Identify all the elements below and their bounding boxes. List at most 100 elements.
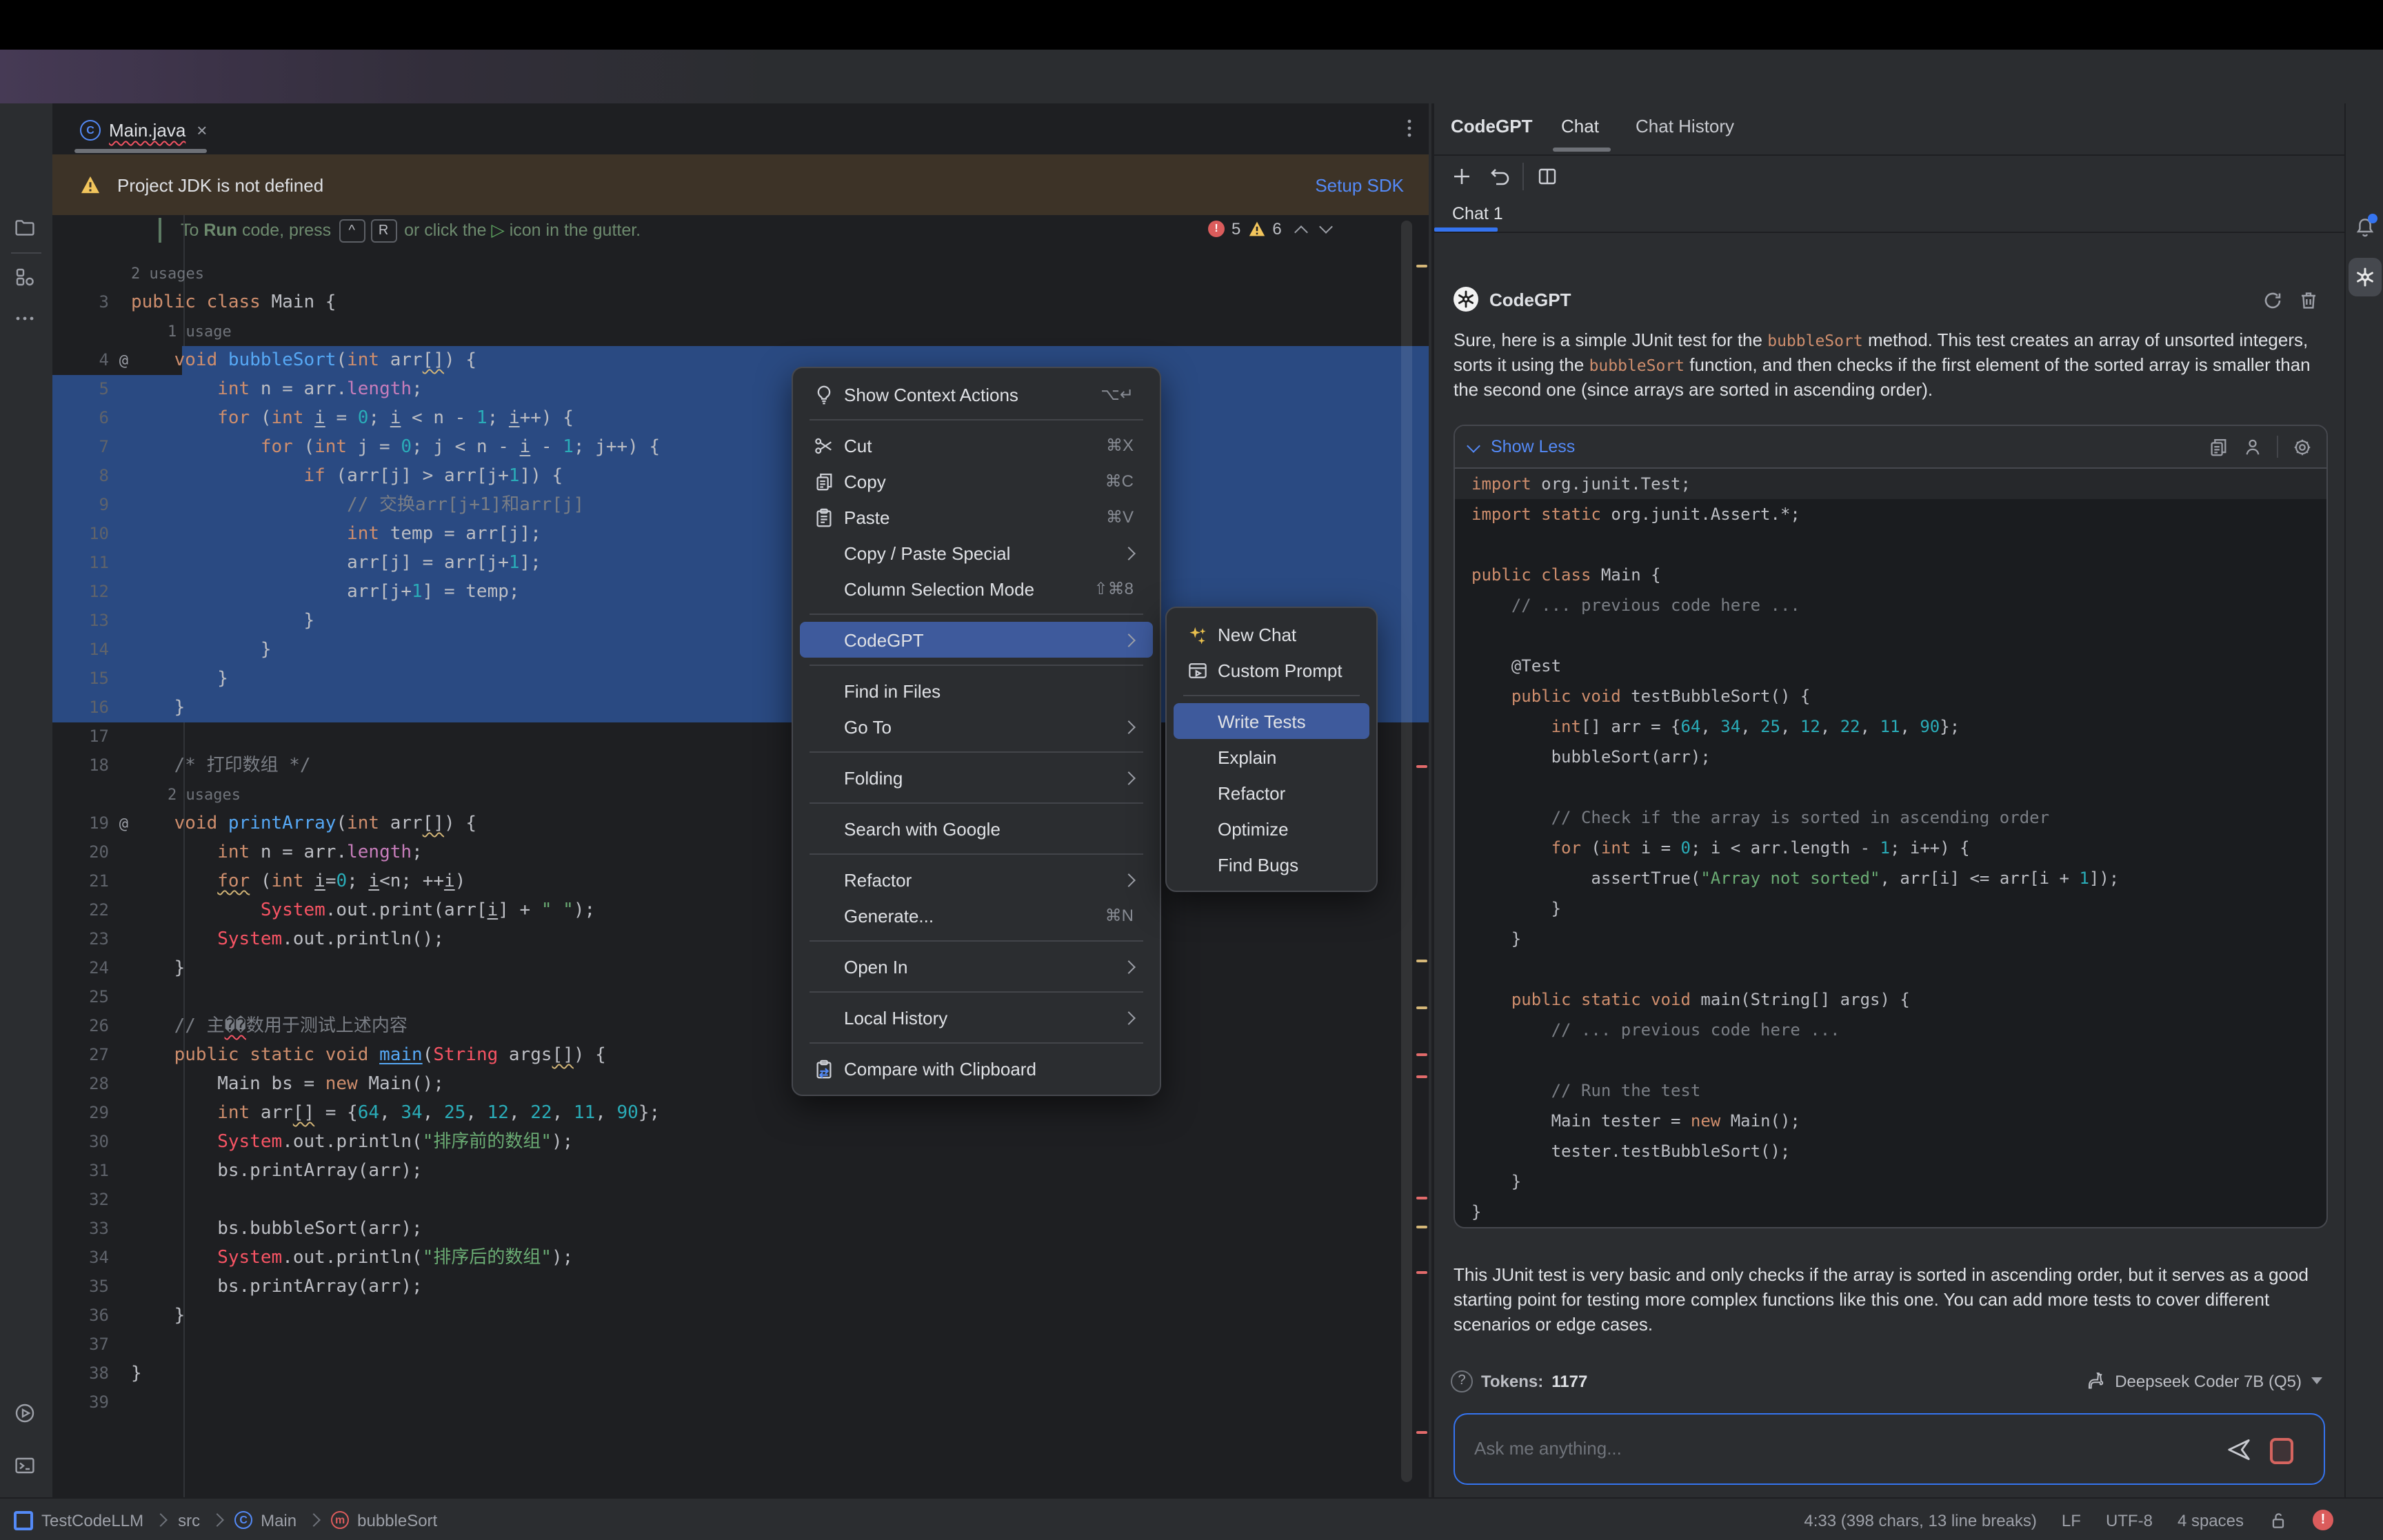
line-number[interactable]: 27 xyxy=(52,1041,131,1070)
line-number[interactable]: 6 xyxy=(52,404,131,433)
unlock-icon[interactable] xyxy=(2269,1510,2288,1530)
line-number[interactable]: 23 xyxy=(52,925,131,954)
line-number[interactable]: 22 xyxy=(52,896,131,925)
line-number[interactable]: 14 xyxy=(52,636,131,665)
code-line[interactable]: 9 // 交换arr[j+1]和arr[j] xyxy=(52,491,1429,520)
code-line[interactable]: 28 Main bs = new Main(); xyxy=(52,1070,1429,1099)
code-line[interactable]: 11 arr[j] = arr[j+1]; xyxy=(52,549,1429,578)
line-number[interactable]: 4@ xyxy=(52,346,131,375)
code-text[interactable]: } xyxy=(131,954,1429,983)
stripe-mark[interactable] xyxy=(1416,1431,1427,1434)
close-tab-icon[interactable]: × xyxy=(197,119,207,140)
model-selector[interactable]: Deepseek Coder 7B (Q5) xyxy=(2084,1370,2322,1391)
more-tool-windows-icon[interactable] xyxy=(14,307,36,330)
copy-icon[interactable] xyxy=(2208,436,2229,457)
line-number[interactable]: 13 xyxy=(52,607,131,636)
line-number[interactable]: 25 xyxy=(52,983,131,1012)
tab-chat-history[interactable]: Chat History xyxy=(1636,116,1734,136)
code-line[interactable]: 34 System.out.println("排序后的数组"); xyxy=(52,1244,1429,1273)
submenu-item-optimize[interactable]: Optimize xyxy=(1174,811,1369,847)
line-number[interactable] xyxy=(52,259,131,288)
stripe-mark[interactable] xyxy=(1416,1053,1427,1056)
code-text[interactable]: int n = arr.length; xyxy=(131,375,1429,404)
show-less-toggle[interactable]: Show Less xyxy=(1491,437,1575,456)
code-line[interactable]: 33 bs.bubbleSort(arr); xyxy=(52,1215,1429,1244)
line-number[interactable]: 26 xyxy=(52,1012,131,1041)
trash-icon[interactable] xyxy=(2297,290,2320,312)
editor-scrollbar[interactable] xyxy=(1401,221,1412,1482)
code-line[interactable]: 3public class Main { xyxy=(52,288,1429,317)
line-number[interactable]: 33 xyxy=(52,1215,131,1244)
submenu-item-refactor[interactable]: Refactor xyxy=(1174,775,1369,811)
folder-icon[interactable] xyxy=(14,216,36,239)
code-line[interactable]: 31 bs.printArray(arr); xyxy=(52,1157,1429,1186)
line-number[interactable]: 36 xyxy=(52,1301,131,1330)
code-line[interactable]: 5 int n = arr.length; xyxy=(52,375,1429,404)
line-number[interactable]: 12 xyxy=(52,578,131,607)
line-number[interactable]: 17 xyxy=(52,722,131,751)
line-number[interactable]: 21 xyxy=(52,867,131,896)
code-text[interactable]: // 交换arr[j+1]和arr[j] xyxy=(131,491,1429,520)
line-number[interactable]: 37 xyxy=(52,1330,131,1359)
code-line[interactable]: 12 arr[j+1] = temp; xyxy=(52,578,1429,607)
chat-input[interactable]: Ask me anything... xyxy=(1454,1413,2325,1485)
submenu-item-find-bugs[interactable]: Find Bugs xyxy=(1174,847,1369,882)
stripe-mark[interactable] xyxy=(1416,960,1427,962)
code-line[interactable]: 24 } xyxy=(52,954,1429,983)
breadcrumb-item[interactable]: src xyxy=(178,1510,200,1530)
code-line[interactable]: 8 if (arr[j] > arr[j+1]) { xyxy=(52,462,1429,491)
split-icon[interactable] xyxy=(1536,165,1558,188)
code-text[interactable]: 1 usage xyxy=(131,317,1429,346)
menu-item-compare-with-clipboard[interactable]: Compare with Clipboard xyxy=(800,1051,1153,1086)
encoding[interactable]: UTF-8 xyxy=(2106,1510,2153,1530)
code-text[interactable]: for (int i = 0; i < n - 1; i++) { xyxy=(131,404,1429,433)
submenu-item-new-chat[interactable]: New Chat xyxy=(1174,616,1369,652)
send-icon[interactable] xyxy=(2226,1437,2252,1463)
menu-item-codegpt[interactable]: CodeGPT xyxy=(800,622,1153,658)
line-number[interactable] xyxy=(52,780,131,809)
code-line[interactable]: 38} xyxy=(52,1359,1429,1388)
code-line[interactable]: 7 for (int j = 0; j < n - i - 1; j++) { xyxy=(52,433,1429,462)
setup-sdk-link[interactable]: Setup SDK xyxy=(1315,174,1404,195)
code-text[interactable]: System.out.println("排序后的数组"); xyxy=(131,1244,1429,1273)
line-number[interactable]: 16 xyxy=(52,693,131,722)
line-number[interactable]: 19@ xyxy=(52,809,131,838)
code-line[interactable]: 6 for (int i = 0; i < n - 1; i++) { xyxy=(52,404,1429,433)
codegpt-tool-window-button[interactable] xyxy=(2349,258,2382,296)
stripe-mark[interactable] xyxy=(1416,1197,1427,1199)
line-number[interactable]: 5 xyxy=(52,375,131,404)
menu-item-search-with-google[interactable]: Search with Google xyxy=(800,811,1153,847)
menu-item-copy[interactable]: Copy⌘C xyxy=(800,463,1153,499)
code-text[interactable]: System.out.println(); xyxy=(131,925,1429,954)
stripe-mark[interactable] xyxy=(1416,1271,1427,1274)
gutter-annotation-icon[interactable]: @ xyxy=(119,346,128,375)
code-line[interactable]: 23 System.out.println(); xyxy=(52,925,1429,954)
code-text[interactable]: // 主��数用于测试上述内容 xyxy=(131,1012,1429,1041)
code-text[interactable] xyxy=(131,983,1429,1012)
code-line[interactable]: 30 System.out.println("排序前的数组"); xyxy=(52,1128,1429,1157)
submenu-item-custom-prompt[interactable]: Custom Prompt xyxy=(1174,652,1369,688)
line-number[interactable] xyxy=(52,317,131,346)
menu-item-cut[interactable]: Cut⌘X xyxy=(800,427,1153,463)
breadcrumb-item[interactable]: TestCodeLLM xyxy=(41,1510,143,1530)
collapse-icon[interactable] xyxy=(1467,438,1480,452)
menu-item-open-in[interactable]: Open In xyxy=(800,949,1153,984)
submenu-item-explain[interactable]: Explain xyxy=(1174,739,1369,775)
code-line[interactable]: 29 int arr[] = {64, 34, 25, 12, 22, 11, … xyxy=(52,1099,1429,1128)
line-number[interactable]: 32 xyxy=(52,1186,131,1215)
code-line[interactable]: 32 xyxy=(52,1186,1429,1215)
code-line[interactable]: 39 xyxy=(52,1388,1429,1417)
gutter-annotation-icon[interactable]: @ xyxy=(119,809,128,838)
inlay-hint[interactable]: 2 usages xyxy=(52,259,1429,288)
line-separator[interactable]: LF xyxy=(2062,1510,2081,1530)
code-text[interactable] xyxy=(131,1186,1429,1215)
code-text[interactable]: bs.bubbleSort(arr); xyxy=(131,1215,1429,1244)
menu-item-copy-paste-special[interactable]: Copy / Paste Special xyxy=(800,535,1153,571)
code-line[interactable]: 36 } xyxy=(52,1301,1429,1330)
menu-item-refactor[interactable]: Refactor xyxy=(800,862,1153,898)
inspections-widget[interactable]: ! 5 6 xyxy=(1208,219,1331,239)
code-text[interactable]: arr[j] = arr[j+1]; xyxy=(131,549,1429,578)
line-number[interactable]: 29 xyxy=(52,1099,131,1128)
insert-icon[interactable] xyxy=(2242,436,2263,457)
notifications-icon[interactable] xyxy=(2354,216,2376,239)
